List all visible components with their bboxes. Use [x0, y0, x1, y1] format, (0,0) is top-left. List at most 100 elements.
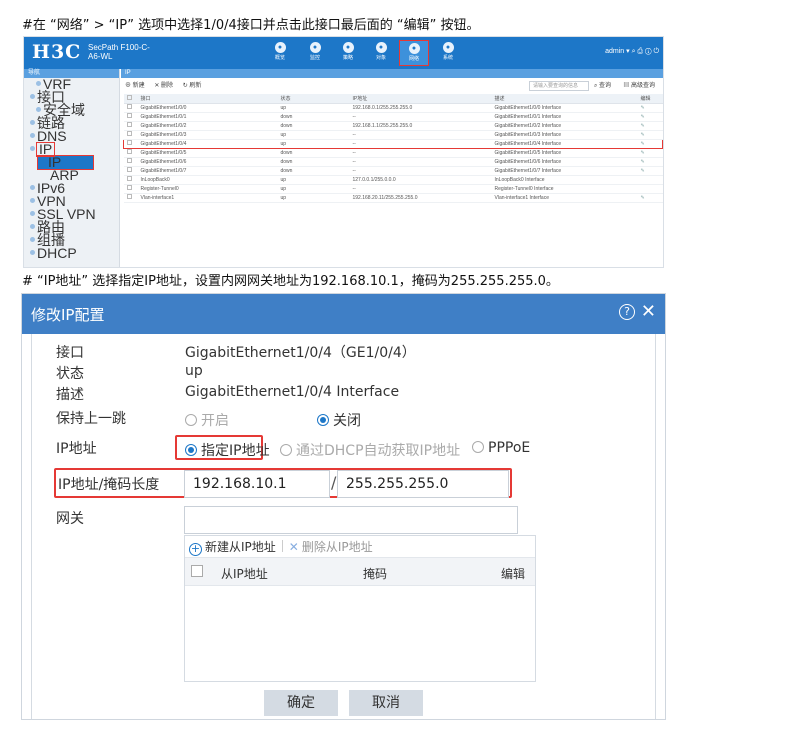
edit-icon[interactable]: ✎ — [637, 130, 663, 140]
top-right-tools[interactable]: admin ▾ ⌕ ⎙ ⓘ ⏻ — [605, 47, 659, 56]
column-header: 编辑 — [501, 567, 526, 581]
sidebar-item[interactable]: DHCP — [24, 246, 119, 260]
table-row[interactable]: GigabitEthernet1/0/1 down -- GigabitEtherne… — [123, 112, 663, 122]
sidebar-item[interactable]: IP — [24, 142, 119, 157]
ip-address-input[interactable]: 192.168.10.1 — [184, 470, 330, 498]
advanced-query-button[interactable]: ▤ 高级查询 — [623, 78, 655, 94]
top-nav-4[interactable]: ● 网络 — [399, 40, 429, 66]
column-header: 编辑 — [637, 94, 663, 104]
table-row[interactable]: GigabitEthernet1/0/7 down -- GigabitEtherne… — [123, 166, 663, 176]
add-secondary-ip-button[interactable]: + 新建从IP地址 — [189, 540, 276, 556]
menu-bullet-icon — [30, 133, 35, 138]
column-header: 接口 — [137, 94, 278, 104]
slash-separator: / — [331, 473, 337, 492]
query-button[interactable]: ⌕ 查询 — [594, 78, 611, 94]
gateway-input[interactable] — [184, 506, 518, 534]
edit-icon[interactable]: ✎ — [637, 121, 663, 131]
row-checkbox[interactable] — [127, 140, 132, 145]
secondary-ip-panel: + 新建从IP地址 ✕ 删除从IP地址 从IP地址 掩码 编辑 — [184, 535, 536, 682]
top-nav-5[interactable]: ● 系统 — [433, 40, 463, 66]
secondary-ip-table-header: 从IP地址 掩码 编辑 — [185, 558, 535, 586]
radio-label: 开启 — [201, 413, 229, 429]
edit-icon[interactable]: ✎ — [637, 157, 663, 167]
refresh-button[interactable]: ↻ 刷新 — [183, 83, 202, 89]
row-checkbox[interactable] — [126, 158, 132, 163]
edit-icon[interactable]: ✎ — [637, 193, 663, 203]
row-checkbox[interactable] — [126, 131, 132, 136]
system-icon: ● — [442, 42, 454, 53]
row-checkbox[interactable] — [126, 194, 132, 199]
top-nav-label: 监控 — [309, 55, 320, 61]
menu-bullet-icon — [30, 94, 35, 99]
top-nav-3[interactable]: ● 对象 — [366, 40, 396, 66]
edit-icon[interactable] — [637, 184, 663, 194]
row-checkbox[interactable] — [126, 113, 132, 118]
row-checkbox[interactable] — [126, 149, 132, 154]
top-nav-1[interactable]: ● 监控 — [300, 40, 330, 66]
table-cell: GigabitEthernet1/0/2 Interface — [491, 121, 638, 131]
left-nav-header: 导航 — [24, 69, 119, 78]
edit-icon[interactable]: ✎ — [637, 112, 663, 122]
top-nav-0[interactable]: ● 概览 — [265, 40, 295, 66]
edit-icon[interactable]: ✎ — [637, 148, 663, 158]
table-cell: GigabitEthernet1/0/1 — [137, 112, 278, 122]
row-checkbox[interactable] — [126, 104, 132, 109]
top-bar: H3C SecPath F100-C- A6-WL ● 概览 ● 监控 ● 策略 ● 对象 ● 网… — [24, 37, 663, 69]
search-input[interactable]: 请输入要查询的信息 — [529, 81, 589, 91]
radio-circle — [185, 414, 197, 426]
table-row[interactable]: GigabitEthernet1/0/2 down 192.168.1.1/255.… — [123, 121, 663, 131]
radio-circle — [472, 441, 484, 453]
select-all-checkbox[interactable] — [126, 94, 132, 100]
radio-label: 指定IP地址 — [201, 443, 270, 459]
table-cell: -- — [349, 112, 492, 122]
delete-button[interactable]: ✕ 删除 — [154, 83, 173, 89]
row-checkbox[interactable] — [126, 167, 132, 172]
radio-label: 通过DHCP自动获取IP地址 — [296, 443, 461, 459]
cancel-button[interactable]: 取消 — [349, 690, 423, 716]
keep-last-hop-on-radio[interactable]: 开启 — [185, 410, 229, 430]
close-icon[interactable]: ✕ — [641, 301, 656, 322]
select-all-checkbox[interactable] — [191, 565, 203, 577]
row-checkbox[interactable] — [126, 122, 132, 127]
table-cell: -- — [349, 184, 492, 194]
table-row[interactable]: Register-Tunnel0 up -- Register-Tunnel0 Int… — [123, 184, 663, 194]
column-header: 状态 — [277, 94, 350, 104]
remove-secondary-ip-button[interactable]: ✕ 删除从IP地址 — [289, 540, 373, 554]
table-cell: up — [277, 103, 350, 113]
confirm-button[interactable]: 确定 — [264, 690, 338, 716]
edit-icon[interactable] — [637, 175, 663, 185]
edit-icon[interactable]: ✎ — [637, 138, 663, 149]
device-model: SecPath F100-C- A6-WL — [88, 43, 150, 61]
interface-table: 接口 状态 IP地址 描述 编辑 GigabitEthernet1/0/0 up 1… — [123, 94, 663, 203]
table-row[interactable]: InLoopBack0 up 127.0.0.1/255.0.0.0 InLoopBa… — [123, 175, 663, 185]
static-ip-radio[interactable]: 指定IP地址 — [185, 440, 270, 460]
edit-icon[interactable]: ✎ — [637, 103, 663, 113]
pppoe-radio[interactable]: PPPoE — [472, 440, 530, 456]
menu-bullet-icon — [30, 146, 35, 151]
table-row[interactable]: GigabitEthernet1/0/5 down -- GigabitEtherne… — [123, 148, 663, 158]
table-row[interactable]: GigabitEthernet1/0/0 up 192.168.0.1/255.25… — [123, 103, 663, 113]
mask-input[interactable]: 255.255.255.0 — [337, 470, 509, 498]
edit-icon[interactable]: ✎ — [637, 166, 663, 176]
interface-value: GigabitEthernet1/0/4（GE1/0/4） — [185, 345, 416, 361]
table-cell: down — [277, 157, 350, 167]
table-cell: GigabitEthernet1/0/4 Interface — [491, 138, 638, 149]
help-icon[interactable]: ? — [619, 304, 635, 320]
gateway-label: 网关 — [56, 511, 84, 527]
share-icon: ● — [375, 42, 387, 53]
dialog-body: 接口 GigabitEthernet1/0/4（GE1/0/4） 状态 up 描… — [31, 334, 656, 719]
table-row[interactable]: Vlan-interface1 up 192.168.20.11/255.255.2… — [123, 193, 663, 203]
table-row[interactable]: GigabitEthernet1/0/3 up -- GigabitEthernet1… — [123, 130, 663, 140]
row-checkbox[interactable] — [126, 176, 132, 181]
row-checkbox[interactable] — [126, 185, 132, 190]
menu-bullet-icon — [30, 237, 35, 242]
table-row[interactable]: GigabitEthernet1/0/6 down -- GigabitEtherne… — [123, 157, 663, 167]
table-row[interactable]: GigabitEthernet1/0/4 up -- GigabitEthernet1… — [123, 138, 663, 149]
description-value: GigabitEthernet1/0/4 Interface — [185, 384, 400, 400]
dhcp-radio[interactable]: 通过DHCP自动获取IP地址 — [280, 440, 460, 460]
top-nav-2[interactable]: ● 策略 — [333, 40, 363, 66]
table-cell: GigabitEthernet1/0/3 Interface — [491, 130, 638, 140]
step2-caption: # “IP地址” 选择指定IP地址，设置内网网关地址为192.168.10.1，… — [22, 274, 559, 289]
new-button[interactable]: ⊕ 新建 — [125, 83, 145, 89]
keep-last-hop-off-radio[interactable]: 关闭 — [317, 410, 361, 430]
